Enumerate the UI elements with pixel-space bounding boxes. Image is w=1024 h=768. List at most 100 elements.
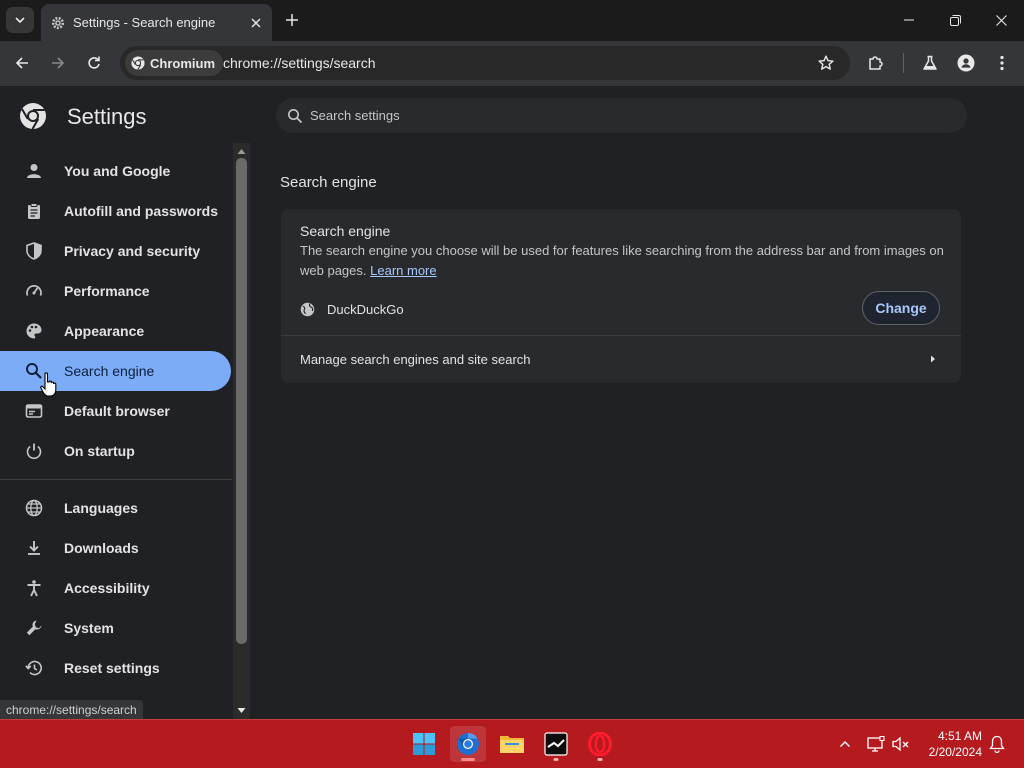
minimize-icon bbox=[904, 19, 914, 21]
scroll-down-icon[interactable] bbox=[237, 706, 246, 715]
volume-muted-icon bbox=[892, 736, 909, 752]
chromium-icon bbox=[457, 733, 479, 755]
bookmark-button[interactable] bbox=[812, 49, 840, 77]
sidebar-item-languages[interactable]: Languages bbox=[0, 488, 231, 528]
reload-button[interactable] bbox=[80, 49, 108, 77]
engine-name: DuckDuckGo bbox=[327, 301, 404, 317]
tab-search-button[interactable] bbox=[6, 7, 34, 33]
close-icon[interactable] bbox=[245, 12, 267, 34]
shield-icon bbox=[24, 241, 44, 261]
scroll-up-icon[interactable] bbox=[237, 147, 246, 156]
power-icon bbox=[24, 441, 44, 461]
sidebar-item-label: Appearance bbox=[64, 323, 145, 339]
opera-app[interactable] bbox=[582, 726, 618, 762]
manage-search-engines-label: Manage search engines and site search bbox=[300, 352, 531, 367]
manage-search-engines-row[interactable]: Manage search engines and site search bbox=[281, 336, 961, 383]
volume-button[interactable] bbox=[889, 732, 913, 756]
running-indicator bbox=[597, 758, 603, 761]
download-icon bbox=[24, 538, 44, 558]
taskbar-clock[interactable]: 4:51 AM 2/20/2024 bbox=[920, 728, 982, 760]
chromium-taskbar-app[interactable] bbox=[450, 726, 486, 762]
browser-window-icon bbox=[24, 401, 44, 421]
network-button[interactable] bbox=[864, 732, 888, 756]
sidebar-item-label: Languages bbox=[64, 500, 138, 516]
toolbar: Chromium chrome://settings/search bbox=[0, 41, 1024, 86]
notifications-button[interactable] bbox=[985, 732, 1009, 756]
profile-icon bbox=[957, 54, 975, 72]
steam-app[interactable] bbox=[538, 726, 574, 762]
url-text[interactable]: chrome://settings/search bbox=[223, 55, 376, 71]
sidebar-item-label: Reset settings bbox=[64, 660, 160, 676]
section-title: Search engine bbox=[280, 174, 377, 191]
sidebar-item-label: On startup bbox=[64, 443, 135, 459]
sidebar-item-autofill[interactable]: Autofill and passwords bbox=[0, 191, 231, 231]
sidebar-item-privacy[interactable]: Privacy and security bbox=[0, 231, 231, 271]
puzzle-icon bbox=[869, 56, 883, 70]
address-bar[interactable]: Chromium chrome://settings/search bbox=[120, 46, 850, 80]
running-indicator bbox=[553, 758, 559, 761]
sidebar-item-label: You and Google bbox=[64, 163, 171, 179]
sidebar-item-search-engine[interactable]: Search engine bbox=[0, 351, 231, 391]
sidebar-item-reset[interactable]: Reset settings bbox=[0, 648, 231, 688]
file-explorer-app[interactable] bbox=[494, 726, 530, 762]
back-button[interactable] bbox=[8, 49, 36, 77]
labs-button[interactable] bbox=[916, 49, 944, 77]
scroll-thumb[interactable] bbox=[236, 158, 247, 644]
minimize-button[interactable] bbox=[886, 0, 932, 40]
menu-button[interactable] bbox=[988, 49, 1016, 77]
new-tab-button[interactable] bbox=[281, 9, 303, 31]
show-hidden-icons-button[interactable] bbox=[833, 732, 857, 756]
steam-icon bbox=[544, 732, 568, 756]
change-search-engine-button[interactable]: Change bbox=[862, 291, 940, 325]
reload-icon bbox=[88, 56, 100, 69]
sidebar-item-performance[interactable]: Performance bbox=[0, 271, 231, 311]
person-icon bbox=[24, 161, 44, 181]
sidebar-divider bbox=[0, 479, 232, 480]
tab-settings[interactable]: Settings - Search engine bbox=[41, 4, 272, 41]
arrow-right-icon bbox=[52, 57, 65, 69]
chromium-icon bbox=[131, 56, 145, 70]
chromium-logo-icon bbox=[20, 103, 46, 130]
sidebar-item-label: Autofill and passwords bbox=[64, 203, 219, 219]
globe-icon bbox=[24, 498, 44, 518]
sidebar-scrollbar[interactable] bbox=[233, 143, 250, 719]
close-window-button[interactable] bbox=[978, 0, 1024, 40]
sidebar-item-label: Accessibility bbox=[64, 580, 150, 596]
profile-button[interactable] bbox=[952, 49, 980, 77]
sidebar-item-on-startup[interactable]: On startup bbox=[0, 431, 231, 471]
sidebar-item-downloads[interactable]: Downloads bbox=[0, 528, 231, 568]
sidebar-item-label: Search engine bbox=[64, 363, 155, 379]
search-engine-card: Search engine The search engine you choo… bbox=[281, 209, 961, 383]
search-input[interactable] bbox=[310, 108, 910, 123]
clock-date: 2/20/2024 bbox=[928, 745, 982, 759]
forward-button[interactable] bbox=[44, 49, 72, 77]
sidebar-item-system[interactable]: System bbox=[0, 608, 231, 648]
palette-icon bbox=[24, 321, 44, 341]
network-icon bbox=[867, 736, 885, 752]
restore-icon bbox=[949, 14, 961, 26]
current-engine-row: DuckDuckGo bbox=[300, 299, 404, 319]
page-title: Settings bbox=[67, 104, 147, 129]
sidebar-item-appearance[interactable]: Appearance bbox=[0, 311, 231, 351]
more-vert-icon bbox=[1000, 55, 1004, 71]
site-info-chip[interactable]: Chromium bbox=[125, 50, 223, 76]
windows-logo-icon bbox=[413, 733, 435, 755]
arrow-left-icon bbox=[15, 57, 28, 69]
hand-cursor-icon bbox=[40, 372, 57, 397]
extensions-button[interactable] bbox=[862, 49, 890, 77]
learn-more-link[interactable]: Learn more bbox=[370, 263, 436, 278]
gear-icon bbox=[50, 15, 66, 31]
chevron-down-icon bbox=[15, 17, 25, 24]
settings-search-box[interactable] bbox=[276, 98, 967, 133]
sidebar-item-default-browser[interactable]: Default browser bbox=[0, 391, 231, 431]
start-button[interactable] bbox=[406, 726, 442, 762]
restore-button[interactable] bbox=[932, 0, 978, 40]
sidebar-item-you-and-google[interactable]: You and Google bbox=[0, 151, 231, 191]
chevron-right-icon bbox=[931, 355, 935, 363]
flask-icon bbox=[923, 55, 937, 70]
card-description: The search engine you choose will be use… bbox=[300, 241, 948, 281]
history-icon bbox=[24, 658, 44, 678]
bell-icon bbox=[989, 735, 1005, 753]
sidebar-item-accessibility[interactable]: Accessibility bbox=[0, 568, 231, 608]
search-icon bbox=[288, 108, 303, 123]
